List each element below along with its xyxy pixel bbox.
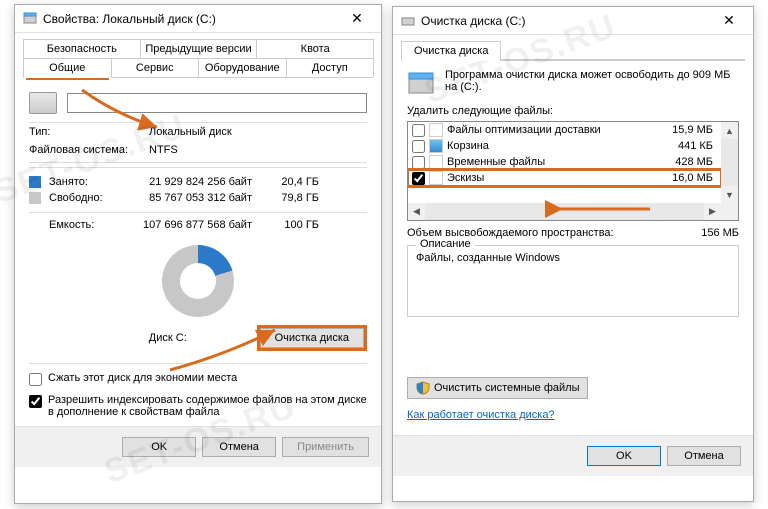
file-name: Корзина	[447, 140, 657, 152]
index-label: Разрешить индексировать содержимое файло…	[48, 394, 367, 418]
drive-name-input[interactable]	[67, 93, 367, 113]
file-icon	[429, 123, 443, 137]
tab-quota[interactable]: Квота	[256, 39, 374, 58]
properties-window: Свойства: Локальный диск (C:) ✕ Безопасн…	[14, 4, 382, 504]
titlebar[interactable]: Свойства: Локальный диск (C:) ✕	[15, 5, 381, 33]
file-row[interactable]: Временные файлы 428 МБ	[408, 154, 721, 170]
used-swatch	[29, 176, 41, 188]
shield-icon	[416, 381, 430, 395]
type-value: Локальный диск	[149, 126, 367, 138]
used-label: Занято:	[49, 176, 129, 188]
file-row[interactable]: Файлы оптимизации доставки 15,9 МБ	[408, 122, 721, 138]
disk-label: Диск C:	[29, 332, 257, 344]
clean-system-files-button[interactable]: Очистить системные файлы	[407, 377, 588, 399]
apply-button[interactable]: Применить	[282, 437, 369, 457]
free-label: Свободно:	[49, 192, 129, 204]
tab-disk-cleanup[interactable]: Очистка диска	[401, 41, 501, 60]
scroll-left-button[interactable]: ◀	[408, 203, 425, 220]
file-size: 16,0 МБ	[657, 172, 717, 184]
scroll-up-button[interactable]: ▲	[721, 122, 738, 139]
disk-cleanup-button[interactable]: Очистка диска	[260, 328, 364, 348]
compress-checkbox[interactable]	[29, 373, 42, 386]
file-name: Временные файлы	[447, 156, 657, 168]
disk-cleanup-icon	[401, 14, 415, 28]
disk-cleanup-large-icon	[407, 69, 435, 97]
drive-large-icon	[29, 92, 57, 114]
free-swatch	[29, 192, 41, 204]
capacity-bytes: 107 696 877 568 байт	[129, 219, 264, 231]
freeable-space-value: 156 МБ	[701, 227, 739, 239]
type-label: Тип:	[29, 126, 149, 138]
dialog-footer: OK Отмена	[393, 435, 753, 476]
file-checkbox[interactable]	[412, 140, 425, 153]
capacity-gb: 100 ГБ	[264, 219, 319, 231]
capacity-label: Емкость:	[49, 219, 129, 231]
tab-general[interactable]: Общие	[23, 58, 112, 77]
ok-button[interactable]: OK	[122, 437, 196, 457]
drive-icon	[23, 12, 37, 26]
file-icon	[429, 155, 443, 169]
index-checkbox[interactable]	[29, 395, 42, 408]
tab-security[interactable]: Безопасность	[23, 39, 141, 58]
tab-strip: Безопасность Предыдущие версии Квота Общ…	[23, 39, 373, 78]
file-icon	[429, 171, 443, 185]
ok-button[interactable]: OK	[587, 446, 661, 466]
tab-previous-versions[interactable]: Предыдущие версии	[140, 39, 258, 58]
close-button[interactable]: ✕	[709, 8, 749, 34]
tab-sharing[interactable]: Доступ	[286, 58, 375, 77]
file-checkbox[interactable]	[412, 156, 425, 169]
used-bytes: 21 929 824 256 байт	[129, 176, 264, 188]
window-title: Свойства: Локальный диск (C:)	[43, 12, 337, 26]
panel-body: Тип: Локальный диск Файловая система: NT…	[15, 78, 381, 426]
tab-hardware[interactable]: Оборудование	[198, 58, 287, 77]
recycle-bin-icon	[429, 139, 443, 153]
file-name: Эскизы	[447, 172, 657, 184]
dialog-footer: OK Отмена Применить	[15, 426, 381, 467]
tab-tools[interactable]: Сервис	[111, 58, 200, 77]
cancel-button[interactable]: Отмена	[667, 446, 741, 466]
file-size: 441 КБ	[657, 140, 717, 152]
file-size: 15,9 МБ	[657, 124, 717, 136]
scrollbar-horizontal[interactable]: ◀ ▶	[408, 203, 721, 220]
description-text: Файлы, созданные Windows	[416, 252, 730, 264]
titlebar[interactable]: Очистка диска (C:) ✕	[393, 7, 753, 35]
file-row-thumbnails[interactable]: Эскизы 16,0 МБ	[408, 170, 721, 186]
cancel-button[interactable]: Отмена	[202, 437, 276, 457]
filesystem-label: Файловая система:	[29, 144, 149, 156]
disk-cleanup-window: Очистка диска (C:) ✕ Очистка диска Прогр…	[392, 6, 754, 502]
file-size: 428 МБ	[657, 156, 717, 168]
file-name: Файлы оптимизации доставки	[447, 124, 657, 136]
intro-text: Программа очистки диска может освободить…	[445, 69, 739, 93]
free-gb: 79,8 ГБ	[264, 192, 319, 204]
description-title: Описание	[416, 238, 475, 250]
clean-system-files-label: Очистить системные файлы	[434, 382, 579, 394]
free-bytes: 85 767 053 312 байт	[129, 192, 264, 204]
compress-label: Сжать этот диск для экономии места	[48, 372, 237, 384]
used-gb: 20,4 ГБ	[264, 176, 319, 188]
file-row[interactable]: Корзина 441 КБ	[408, 138, 721, 154]
scrollbar-vertical[interactable]: ▲ ▼	[721, 122, 738, 203]
description-group: Описание Файлы, созданные Windows	[407, 245, 739, 317]
file-list: Файлы оптимизации доставки 15,9 МБ Корзи…	[407, 121, 739, 221]
file-checkbox[interactable]	[412, 172, 425, 185]
scroll-right-button[interactable]: ▶	[704, 203, 721, 220]
delete-files-label: Удалить следующие файлы:	[407, 105, 739, 117]
window-title: Очистка диска (C:)	[421, 14, 709, 28]
usage-pie-chart	[162, 245, 234, 317]
how-cleanup-works-link[interactable]: Как работает очистка диска?	[407, 409, 555, 421]
scroll-down-button[interactable]: ▼	[721, 186, 738, 203]
close-button[interactable]: ✕	[337, 6, 377, 32]
filesystem-value: NTFS	[149, 144, 367, 156]
panel-body: Программа очистки диска может освободить…	[393, 61, 753, 435]
file-checkbox[interactable]	[412, 124, 425, 137]
tab-strip: Очистка диска	[401, 41, 745, 61]
annotation-highlight-cleanup: Очистка диска	[257, 325, 367, 351]
